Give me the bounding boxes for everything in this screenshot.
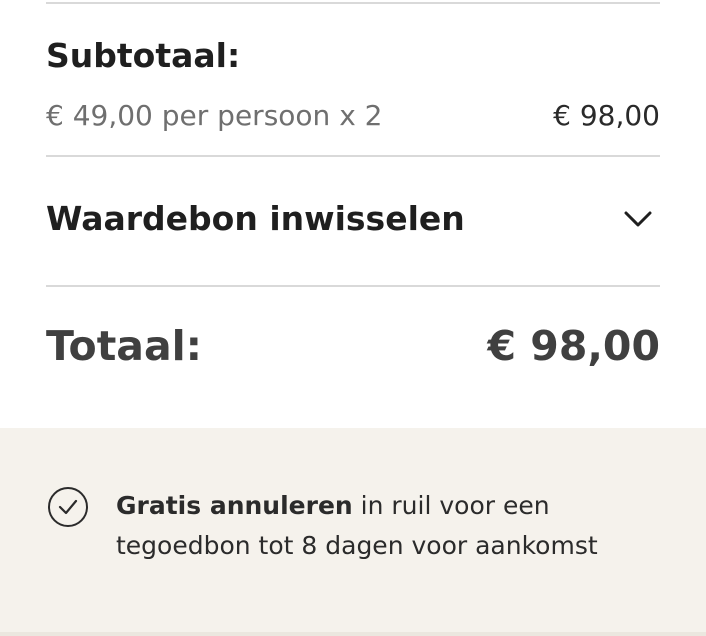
voucher-toggle[interactable]: Waardebon inwisselen <box>46 196 660 242</box>
chevron-down-icon[interactable] <box>622 203 654 235</box>
notice-text-line2: tegoedbon tot 8 dagen voor aankomst <box>116 531 598 560</box>
per-person-price-text: € 49,00 per persoon x 2 <box>46 99 383 132</box>
total-label: Totaal: <box>46 322 203 370</box>
free-cancellation-notice: Gratis annuleren in ruil voor een tegoedb… <box>0 428 706 636</box>
check-circle-icon <box>47 486 89 528</box>
notice-bold-text: Gratis annuleren <box>116 491 353 520</box>
subtotal-divider <box>46 155 660 157</box>
notice-text: Gratis annuleren in ruil voor een tegoedb… <box>116 486 676 566</box>
total-row: Totaal: € 98,00 <box>46 318 660 374</box>
voucher-divider <box>46 285 660 287</box>
subtotal-title: Subtotaal: <box>46 36 241 75</box>
subtotal-row: € 49,00 per persoon x 2 € 98,00 <box>46 96 660 136</box>
voucher-label: Waardebon inwisselen <box>46 199 465 238</box>
order-summary-panel: Subtotaal: € 49,00 per persoon x 2 € 98,… <box>0 0 706 428</box>
total-amount: € 98,00 <box>487 322 661 370</box>
top-divider <box>46 2 660 4</box>
subtotal-amount: € 98,00 <box>553 99 660 132</box>
notice-text-line1: in ruil voor een <box>352 491 550 520</box>
